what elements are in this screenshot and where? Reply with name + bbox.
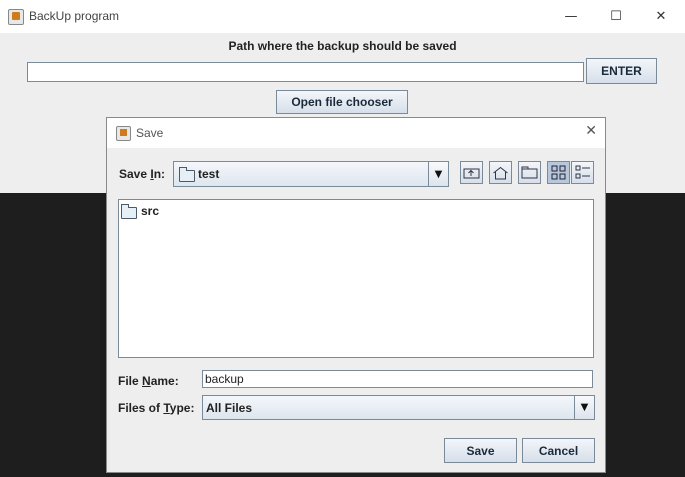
file-name-label-text: File [118, 374, 143, 388]
save-in-label-text: Save [119, 167, 151, 181]
enter-button[interactable]: ENTER [586, 58, 657, 84]
dialog-title-bar: Save ✕ [107, 118, 605, 148]
files-of-type-value: All Files [206, 401, 253, 415]
open-file-chooser-button[interactable]: Open file chooser [276, 90, 408, 114]
new-folder-icon [521, 166, 538, 179]
details-view-icon [575, 165, 590, 179]
file-item-label: src [141, 204, 160, 218]
files-of-type-label-text: Files of [118, 401, 164, 415]
save-in-value: test [198, 167, 220, 181]
list-view-icon [551, 165, 566, 180]
close-button[interactable]: ✕ [638, 0, 684, 33]
window-title: BackUp program [29, 9, 120, 23]
file-name-label-suffix: ame: [150, 374, 179, 388]
files-of-type-combo[interactable]: All Files ▼ [202, 395, 595, 420]
home-icon [493, 166, 508, 179]
save-in-combo[interactable]: test ▼ [173, 161, 449, 187]
title-bar: BackUp program — ☐ ✕ [0, 0, 685, 33]
path-label: Path where the backup should be saved [228, 39, 457, 53]
minimize-button[interactable]: — [548, 0, 594, 33]
file-name-input[interactable] [202, 370, 593, 388]
chevron-down-icon[interactable]: ▼ [428, 162, 448, 186]
file-name-mnemonic: N [142, 374, 151, 388]
dialog-close-icon[interactable]: ✕ [585, 123, 597, 139]
folder-icon [179, 167, 195, 182]
home-button[interactable] [489, 161, 512, 184]
up-one-level-icon [463, 168, 480, 179]
up-one-level-button[interactable] [460, 161, 483, 184]
folder-icon [121, 204, 137, 219]
file-name-label: File Name: [118, 374, 179, 388]
files-of-type-label-suffix: ype: [169, 401, 195, 415]
list-view-button[interactable] [547, 161, 570, 184]
save-dialog: Save ✕ Save In: test ▼ src File Name: Fi… [106, 117, 606, 473]
java-app-icon [8, 9, 24, 25]
save-button[interactable]: Save [444, 438, 517, 463]
chevron-down-icon[interactable]: ▼ [574, 396, 594, 419]
java-app-icon [116, 126, 131, 141]
files-of-type-label: Files of Type: [118, 401, 194, 415]
maximize-button[interactable]: ☐ [593, 0, 639, 33]
cancel-button[interactable]: Cancel [522, 438, 595, 463]
save-in-label: Save In: [119, 167, 165, 181]
new-folder-button[interactable] [518, 161, 541, 184]
save-in-label-suffix: n: [153, 167, 166, 181]
file-list[interactable]: src [118, 199, 594, 358]
path-input[interactable] [27, 62, 584, 82]
dialog-title: Save [136, 126, 164, 140]
details-view-button[interactable] [571, 161, 594, 184]
